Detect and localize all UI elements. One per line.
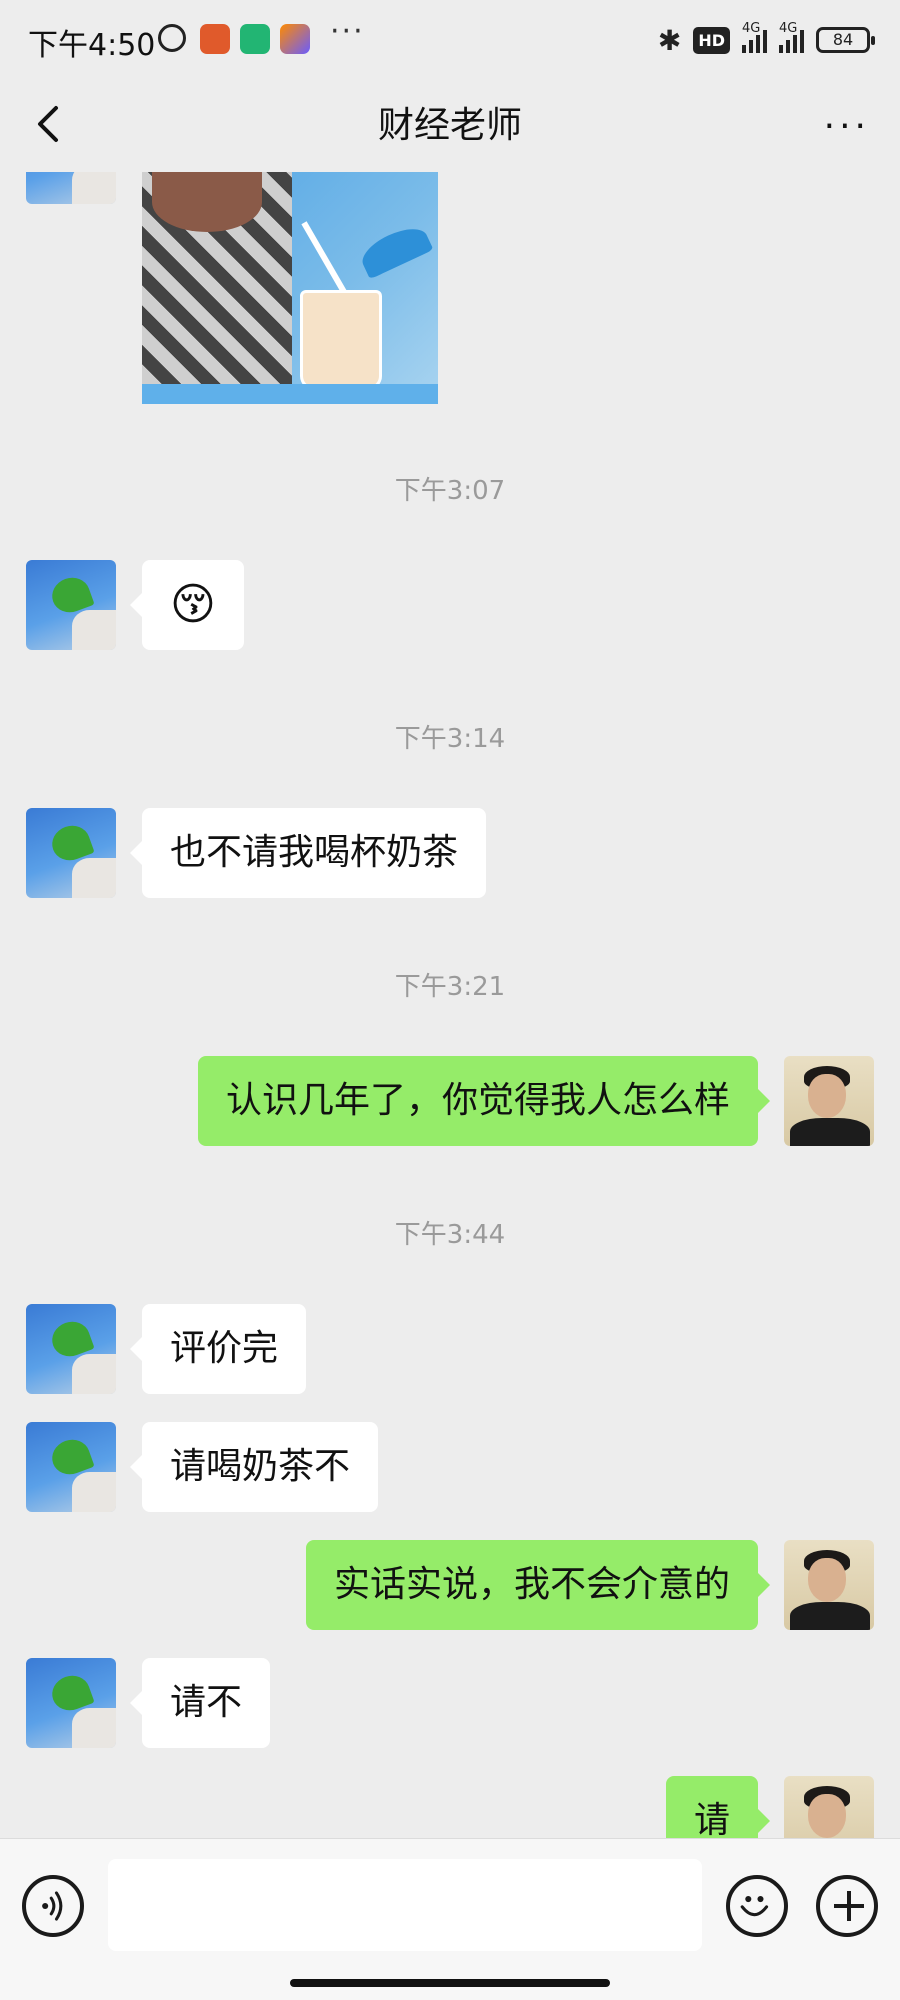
- outgoing-message[interactable]: 请: [665, 1776, 771, 1838]
- input-bar: [0, 1838, 900, 2000]
- chat-title: 财经老师: [377, 105, 522, 146]
- more-options-icon[interactable]: ···: [824, 106, 870, 147]
- chat-header: 财经老师 ···: [0, 80, 900, 172]
- sim1-network-label: 4G: [742, 21, 761, 36]
- alarm-icon: [158, 24, 186, 52]
- app-notification-icon: [200, 24, 230, 54]
- incoming-message[interactable]: 请不: [129, 1658, 271, 1748]
- sim2-network-label: 4G: [779, 21, 798, 36]
- message-list[interactable]: 下午3:07 😚 下午3:14 也不请我喝杯奶茶 下午3:21 认识几年了，你觉…: [0, 172, 900, 1838]
- self-avatar[interactable]: [784, 1056, 874, 1146]
- signal-icon-sim2: 4G: [779, 21, 804, 53]
- hd-voice-icon: HD: [693, 26, 730, 54]
- incoming-message[interactable]: 也不请我喝杯奶茶: [129, 808, 487, 898]
- contact-avatar[interactable]: [26, 1658, 116, 1748]
- timestamp: 下午3:14: [394, 724, 506, 754]
- outgoing-message[interactable]: 实话实说，我不会介意的: [305, 1540, 771, 1630]
- play-store-icon: [280, 24, 310, 54]
- plus-icon[interactable]: [816, 1875, 878, 1937]
- contact-avatar[interactable]: [26, 172, 116, 204]
- incoming-message[interactable]: 请喝奶茶不: [129, 1422, 379, 1512]
- emoji-icon[interactable]: [726, 1875, 788, 1937]
- message-input[interactable]: [108, 1859, 702, 1951]
- signal-icon-sim1: 4G: [742, 21, 767, 53]
- timestamp: 下午3:07: [394, 476, 506, 506]
- outgoing-message[interactable]: 认识几年了，你觉得我人怎么样: [197, 1056, 771, 1146]
- home-indicator[interactable]: [290, 1979, 610, 1987]
- self-avatar[interactable]: [784, 1776, 874, 1838]
- timestamp: 下午3:21: [394, 972, 506, 1002]
- more-notifications-icon: ···: [330, 14, 365, 49]
- status-time: 下午4:50: [28, 28, 156, 63]
- contact-avatar[interactable]: [26, 808, 116, 898]
- timestamp: 下午3:44: [394, 1220, 506, 1250]
- security-app-icon: [240, 24, 270, 54]
- bluetooth-icon: ✱: [657, 23, 682, 57]
- image-message[interactable]: [142, 172, 438, 404]
- voice-input-icon[interactable]: [22, 1875, 84, 1937]
- contact-avatar[interactable]: [26, 1422, 116, 1512]
- incoming-message[interactable]: 评价完: [129, 1304, 307, 1394]
- contact-avatar[interactable]: [26, 560, 116, 650]
- contact-avatar[interactable]: [26, 1304, 116, 1394]
- emoji-message[interactable]: 😚: [130, 560, 244, 650]
- self-avatar[interactable]: [784, 1540, 874, 1630]
- battery-icon: 84: [816, 27, 875, 53]
- status-bar: 下午4:50 ··· ✱ HD 4G 4G 84: [0, 0, 900, 80]
